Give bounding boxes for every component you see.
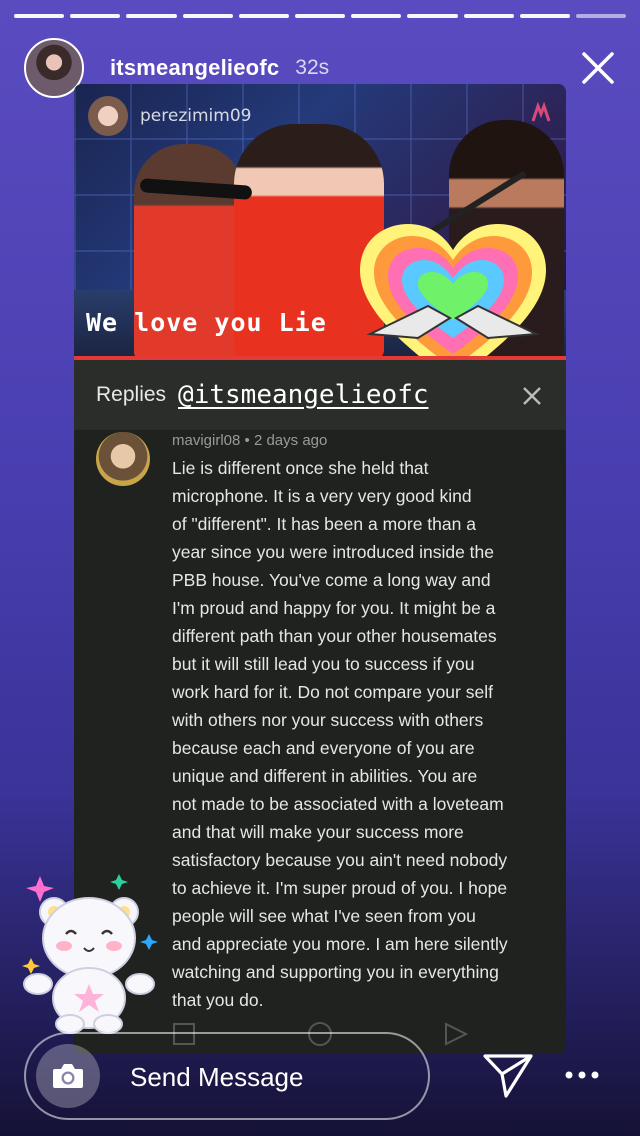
progress-segment <box>14 14 65 18</box>
progress-segment <box>575 14 627 18</box>
progress-segment <box>70 14 121 18</box>
progress-segment <box>463 14 514 18</box>
replies-header: Replies @itsmeangelieofc <box>74 360 566 430</box>
channel-logo-icon <box>531 102 551 122</box>
story-username[interactable]: itsmeangelieofc <box>110 55 279 81</box>
story-timestamp: 32s <box>295 56 330 79</box>
comment-author: mavigirl08 <box>172 432 241 449</box>
progress-segment <box>407 14 458 18</box>
heart-hands-sticker <box>360 224 546 360</box>
story-progress-bar <box>14 14 627 18</box>
replies-label: Replies <box>96 383 167 406</box>
comment-time: 2 days ago <box>253 432 328 449</box>
video-caption: We love you Lie <box>86 308 327 337</box>
overlay-username: perezimim09 <box>140 106 252 126</box>
comment-meta: mavigirl08 • 2 days ago <box>172 432 327 449</box>
message-placeholder: Send Message <box>130 1062 304 1092</box>
more-icon[interactable] <box>562 1060 602 1090</box>
progress-segment <box>351 14 402 18</box>
progress-segment <box>238 14 289 18</box>
comment-text: Lie is different once she held that micr… <box>172 458 508 1010</box>
nav-back-icon <box>445 1022 469 1046</box>
close-icon[interactable] <box>578 48 618 88</box>
bear-sticker <box>22 874 158 1034</box>
close-icon <box>523 387 541 405</box>
overlay-avatar <box>88 96 128 136</box>
meta-separator: • <box>244 432 254 449</box>
camera-button[interactable] <box>36 1044 100 1108</box>
progress-segment <box>519 14 570 18</box>
progress-segment <box>126 14 177 18</box>
send-icon[interactable] <box>482 1052 534 1100</box>
replies-handle-sticker[interactable]: @itsmeangelieofc <box>178 380 428 410</box>
progress-segment <box>182 14 233 18</box>
progress-segment <box>294 14 346 18</box>
video-frame: perezimim09 We love you Lie <box>74 84 566 360</box>
message-input[interactable]: Send Message <box>24 1032 430 1120</box>
comment-avatar <box>96 432 150 486</box>
camera-icon <box>53 1064 83 1088</box>
